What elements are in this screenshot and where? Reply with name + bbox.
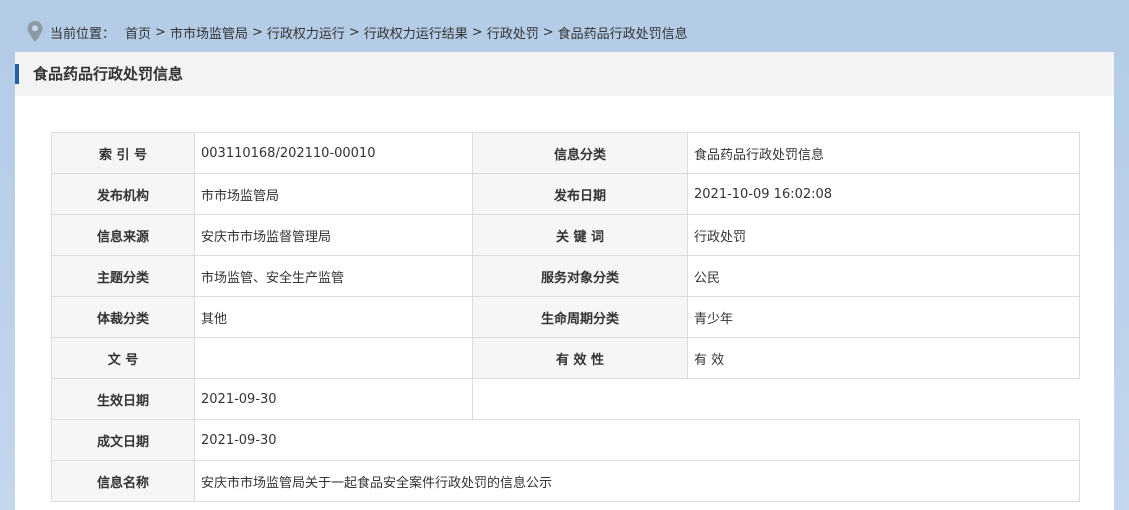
table-row: 信息名称 安庆市市场监管局关于一起食品安全案件行政处罚的信息公示 [51, 460, 1080, 502]
written-date-label: 成文日期 [51, 419, 195, 461]
validity-value: 有 效 [687, 337, 1080, 379]
empty-cell [472, 378, 1080, 420]
publish-date-value: 2021-10-09 16:02:08 [687, 173, 1080, 215]
breadcrumb-label: 当前位置： [50, 26, 116, 42]
table-row: 发布机构 市市场监管局 发布日期 2021-10-09 16:02:08 [51, 173, 1080, 215]
breadcrumb-separator: > [348, 24, 360, 40]
genre-category-value: 其他 [194, 296, 473, 338]
table-row: 文 号 有 效 性 有 效 [51, 337, 1080, 379]
breadcrumb-current[interactable]: 食品药品行政处罚信息 [558, 23, 688, 42]
topic-category-value: 市场监管、安全生产监管 [194, 255, 473, 297]
breadcrumb-bureau[interactable]: 市市场监管局 [170, 23, 248, 42]
content-panel: 食品药品行政处罚信息 索 引 号 003110168/202110-00010 … [15, 52, 1114, 510]
keywords-value: 行政处罚 [687, 214, 1080, 256]
lifecycle-category-label: 生命周期分类 [472, 296, 688, 338]
breadcrumb-separator: > [155, 24, 166, 40]
page-title: 食品药品行政处罚信息 [33, 65, 184, 83]
genre-category-label: 体裁分类 [51, 296, 195, 338]
info-category-label: 信息分类 [472, 132, 688, 174]
table-row: 信息来源 安庆市市场监督管理局 关 键 词 行政处罚 [51, 214, 1080, 256]
document-number-label: 文 号 [51, 337, 195, 379]
info-name-label: 信息名称 [51, 460, 195, 502]
publisher-value: 市市场监管局 [194, 173, 473, 215]
info-name-value: 安庆市市场监管局关于一起食品安全案件行政处罚的信息公示 [194, 460, 1080, 502]
breadcrumb-admin-penalty[interactable]: 行政处罚 [487, 23, 539, 42]
effective-date-label: 生效日期 [51, 378, 195, 420]
index-number-label: 索 引 号 [51, 132, 195, 174]
page: 当前位置： 首页 > 市市场监管局 > 行政权力运行 > 行政权力运行结果 > … [0, 0, 1129, 510]
audience-category-label: 服务对象分类 [472, 255, 688, 297]
effective-date-value: 2021-09-30 [194, 378, 473, 420]
breadcrumb-separator: > [542, 24, 554, 40]
table-row: 主题分类 市场监管、安全生产监管 服务对象分类 公民 [51, 255, 1080, 297]
breadcrumb: 当前位置： 首页 > 市市场监管局 > 行政权力运行 > 行政权力运行结果 > … [26, 20, 688, 44]
location-pin-icon [27, 21, 43, 42]
audience-category-value: 公民 [687, 255, 1080, 297]
table-row: 体裁分类 其他 生命周期分类 青少年 [51, 296, 1080, 338]
publisher-label: 发布机构 [51, 173, 195, 215]
breadcrumb-separator: > [471, 24, 483, 40]
title-accent-bar [15, 64, 19, 84]
topic-category-label: 主题分类 [51, 255, 195, 297]
table-row: 生效日期 2021-09-30 [51, 378, 1080, 420]
written-date-value: 2021-09-30 [194, 419, 1080, 461]
breadcrumb-separator: > [251, 24, 263, 40]
keywords-label: 关 键 词 [472, 214, 688, 256]
panel-header: 食品药品行政处罚信息 [15, 52, 1114, 96]
breadcrumb-home[interactable]: 首页 [125, 23, 151, 42]
table-row: 索 引 号 003110168/202110-00010 信息分类 食品药品行政… [51, 132, 1080, 174]
table-row: 成文日期 2021-09-30 [51, 419, 1080, 461]
breadcrumb-admin-power-results[interactable]: 行政权力运行结果 [364, 23, 468, 42]
breadcrumb-admin-power[interactable]: 行政权力运行 [267, 23, 345, 42]
validity-label: 有 效 性 [472, 337, 688, 379]
info-table: 索 引 号 003110168/202110-00010 信息分类 食品药品行政… [51, 132, 1080, 502]
publish-date-label: 发布日期 [472, 173, 688, 215]
lifecycle-category-value: 青少年 [687, 296, 1080, 338]
info-source-label: 信息来源 [51, 214, 195, 256]
info-category-value: 食品药品行政处罚信息 [687, 132, 1080, 174]
info-source-value: 安庆市市场监督管理局 [194, 214, 473, 256]
index-number-value: 003110168/202110-00010 [194, 132, 473, 174]
document-number-value [194, 337, 473, 379]
